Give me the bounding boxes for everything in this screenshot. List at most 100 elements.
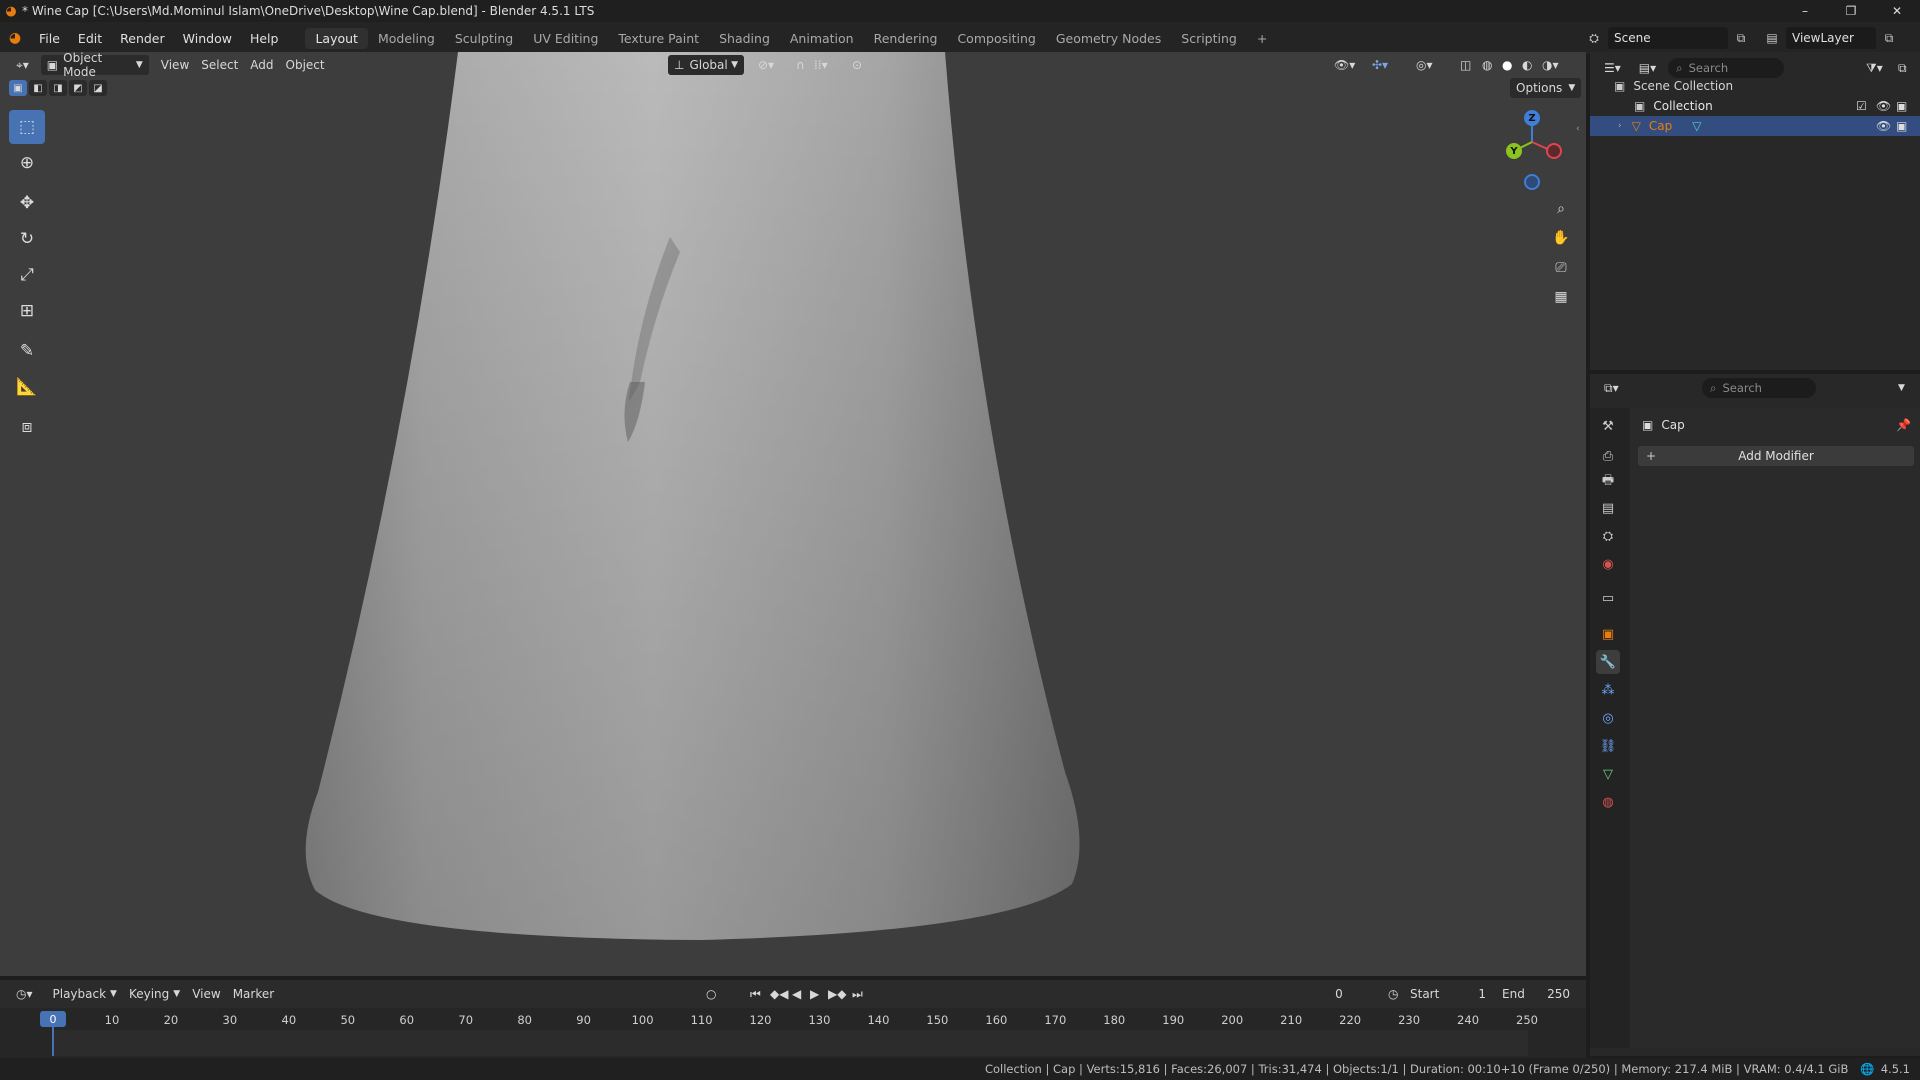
new-collection-icon[interactable]: ⧉ — [1892, 58, 1913, 78]
filter-icon[interactable]: ⧩▾ — [1860, 58, 1889, 78]
navigation-gizmo[interactable]: Z Y — [1498, 108, 1578, 198]
visibility-selector-icon[interactable]: 👁▾ — [1328, 55, 1361, 75]
gizmo-y-axis[interactable]: Y — [1506, 143, 1522, 159]
auto-keying-icon[interactable]: ○ — [700, 984, 722, 1004]
current-frame-field[interactable]: 0 — [1303, 984, 1375, 1004]
view-layer-selector[interactable]: ViewLayer — [1786, 27, 1876, 49]
eye-icon[interactable]: 👁 — [1876, 119, 1891, 133]
tab-layout[interactable]: Layout — [305, 27, 368, 49]
particles-tab-icon[interactable]: ⁂ — [1596, 678, 1620, 702]
gizmo-z-axis[interactable]: Z — [1524, 110, 1540, 126]
zoom-icon[interactable]: ⌕ — [1548, 196, 1574, 222]
material-tab-icon[interactable]: ◍ — [1596, 790, 1620, 814]
menu-object[interactable]: Object — [280, 55, 331, 75]
xray-toggle-icon[interactable]: ◫ — [1454, 55, 1477, 75]
annotate-tool-icon[interactable]: ✎ — [9, 334, 45, 368]
snap-target-icon[interactable]: ⁞⁞▾ — [808, 55, 834, 75]
proportional-edit-icon[interactable]: ⊙ — [846, 55, 868, 75]
rendered-shading-icon[interactable]: ◑▾ — [1536, 55, 1565, 75]
gizmo-toggle-icon[interactable]: ✣▾ — [1366, 55, 1394, 75]
new-view-layer-icon[interactable]: ⧉ — [1882, 31, 1896, 46]
pan-hand-icon[interactable]: ✋ — [1548, 225, 1574, 251]
camera-icon[interactable]: ▣ — [1896, 99, 1907, 113]
tab-texture-paint[interactable]: Texture Paint — [608, 28, 709, 49]
menu-keying[interactable]: Keying ▼ — [123, 984, 186, 1004]
view-layer-icon[interactable]: ▤ — [1764, 31, 1780, 45]
tab-modeling[interactable]: Modeling — [368, 28, 445, 49]
expand-arrow-icon[interactable]: › — [1618, 121, 1622, 131]
tab-animation[interactable]: Animation — [780, 28, 864, 49]
add-modifier-button[interactable]: + Add Modifier — [1638, 446, 1914, 466]
options-button[interactable]: Options ▼ — [1510, 78, 1582, 98]
menu-timeline-view[interactable]: View — [186, 984, 226, 1004]
playhead-frame-badge[interactable]: 0 — [40, 1011, 66, 1027]
gizmo-z-negative[interactable] — [1524, 174, 1540, 190]
add-cube-tool-icon[interactable]: ⧈ — [9, 410, 45, 444]
menu-marker[interactable]: Marker — [227, 984, 280, 1004]
display-mode-icon[interactable]: ▤▾ — [1633, 58, 1662, 78]
scene-tab-icon[interactable]: ⛭ — [1596, 524, 1620, 548]
close-button[interactable]: ✕ — [1874, 0, 1920, 22]
select-invert-icon[interactable]: ◩ — [69, 80, 87, 96]
menu-window[interactable]: Window — [174, 31, 241, 46]
select-box-tool-icon[interactable]: ⬚ — [9, 110, 45, 144]
minimize-button[interactable]: – — [1782, 0, 1828, 22]
tool-tab-icon[interactable]: ⚒ — [1596, 414, 1620, 438]
camera-icon[interactable]: ▣ — [1896, 119, 1907, 133]
collection-tab-icon[interactable]: ▭ — [1596, 586, 1620, 610]
output-tab-icon[interactable]: 🖶 — [1596, 470, 1620, 494]
add-workspace-button[interactable]: + — [1247, 28, 1277, 49]
pivot-point-icon[interactable]: ⊘▾ — [752, 55, 780, 75]
tab-shading[interactable]: Shading — [709, 28, 780, 49]
menu-edit[interactable]: Edit — [69, 31, 111, 46]
scale-tool-icon[interactable]: ⤢ — [9, 258, 45, 292]
outliner-row-cap[interactable]: › ▽ Cap ▽ 👁 ▣ — [1590, 116, 1920, 136]
menu-view[interactable]: View — [155, 55, 195, 75]
tab-compositing[interactable]: Compositing — [947, 28, 1045, 49]
scene-selector[interactable]: Scene — [1608, 27, 1728, 49]
menu-select[interactable]: Select — [195, 55, 244, 75]
tab-rendering[interactable]: Rendering — [864, 28, 948, 49]
blender-menu-icon[interactable]: ◕ — [0, 30, 30, 46]
camera-view-icon[interactable]: ⎚ — [1548, 255, 1574, 281]
tab-sculpting[interactable]: Sculpting — [445, 28, 523, 49]
end-frame-field[interactable]: End 250 — [1496, 984, 1576, 1004]
tab-uv-editing[interactable]: UV Editing — [523, 28, 608, 49]
properties-search-input[interactable]: ⌕ Search — [1702, 378, 1816, 398]
world-tab-icon[interactable]: ◉ — [1596, 552, 1620, 576]
render-tab-icon[interactable]: ⎙ — [1596, 444, 1620, 468]
move-tool-icon[interactable]: ✥ — [9, 186, 45, 220]
rotate-tool-icon[interactable]: ↻ — [9, 222, 45, 256]
jump-end-icon[interactable]: ⏭ — [846, 984, 869, 1004]
pin-icon[interactable]: 📌 — [1896, 418, 1911, 432]
physics-tab-icon[interactable]: ◎ — [1596, 706, 1620, 730]
menu-add[interactable]: Add — [244, 55, 279, 75]
outliner-row-scene-collection[interactable]: ▣ Scene Collection — [1590, 76, 1920, 96]
start-frame-field[interactable]: Start 1 — [1404, 984, 1492, 1004]
sidebar-toggle-icon[interactable]: ‹ — [1576, 124, 1580, 134]
timeline[interactable]: 10 20 30 40 50 60 70 80 90 100 110 120 130 140 150 160 1… — [0, 1008, 1586, 1058]
menu-playback[interactable]: Playback ▼ — [47, 984, 123, 1004]
preview-range-icon[interactable]: ◷ — [1382, 984, 1404, 1004]
new-scene-icon[interactable]: ⧉ — [1734, 31, 1748, 46]
scene-icon[interactable]: ⛭ — [1586, 31, 1602, 46]
tab-geometry-nodes[interactable]: Geometry Nodes — [1046, 28, 1171, 49]
perspective-grid-icon[interactable]: ▦ — [1548, 284, 1574, 310]
cap-mesh[interactable] — [0, 52, 1586, 976]
properties-editor-icon[interactable]: ⧉▾ — [1598, 378, 1625, 398]
maximize-button[interactable]: ❐ — [1828, 0, 1874, 22]
mode-selector[interactable]: ▣ Object Mode ▼ — [40, 51, 149, 79]
outliner-editor-icon[interactable]: ☰▾ — [1598, 58, 1627, 78]
modifier-tab-icon[interactable]: 🔧 — [1596, 650, 1620, 674]
menu-help[interactable]: Help — [241, 31, 288, 46]
outliner-search-input[interactable]: ⌕ Search — [1668, 58, 1785, 78]
measure-tool-icon[interactable]: 📐 — [9, 370, 45, 404]
data-tab-icon[interactable]: ▽ — [1596, 762, 1620, 786]
constraints-tab-icon[interactable]: ⛓ — [1596, 734, 1620, 758]
menu-file[interactable]: File — [30, 31, 69, 46]
view-layer-tab-icon[interactable]: ▤ — [1596, 496, 1620, 520]
menu-render[interactable]: Render — [111, 31, 174, 46]
transform-orientation-selector[interactable]: ⊥ Global ▼ — [668, 55, 744, 75]
mesh-data-icon[interactable]: ▽ — [1692, 119, 1701, 133]
tab-scripting[interactable]: Scripting — [1171, 28, 1247, 49]
